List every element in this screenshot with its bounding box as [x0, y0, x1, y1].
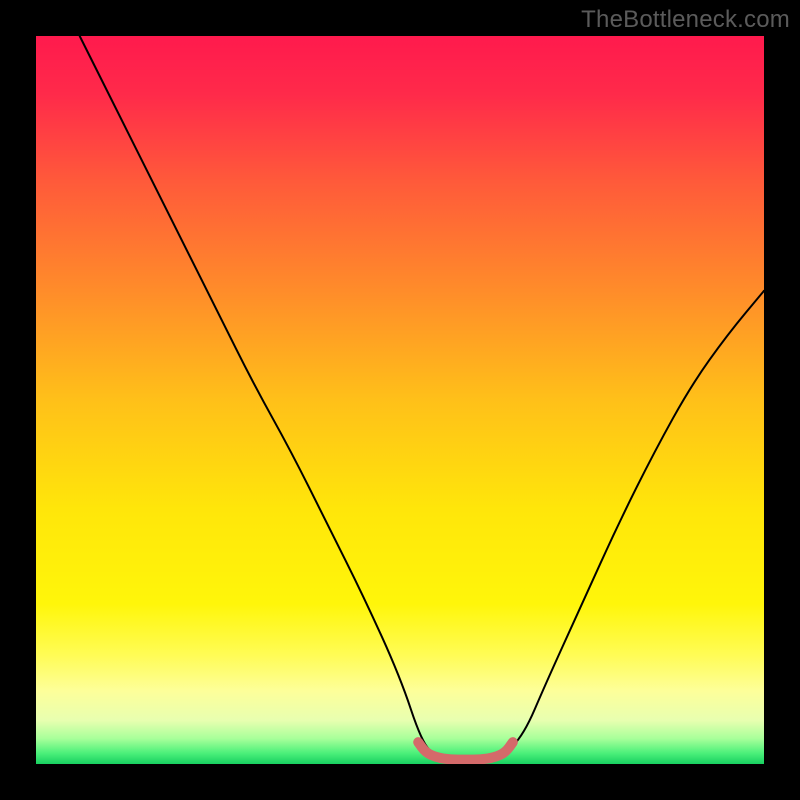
bottleneck-curve [80, 36, 764, 760]
plot-area [36, 36, 764, 764]
highlight-band [418, 742, 513, 759]
watermark-text: TheBottleneck.com [581, 6, 790, 34]
curve-layer [36, 36, 764, 764]
chart-frame: TheBottleneck.com [0, 0, 800, 800]
